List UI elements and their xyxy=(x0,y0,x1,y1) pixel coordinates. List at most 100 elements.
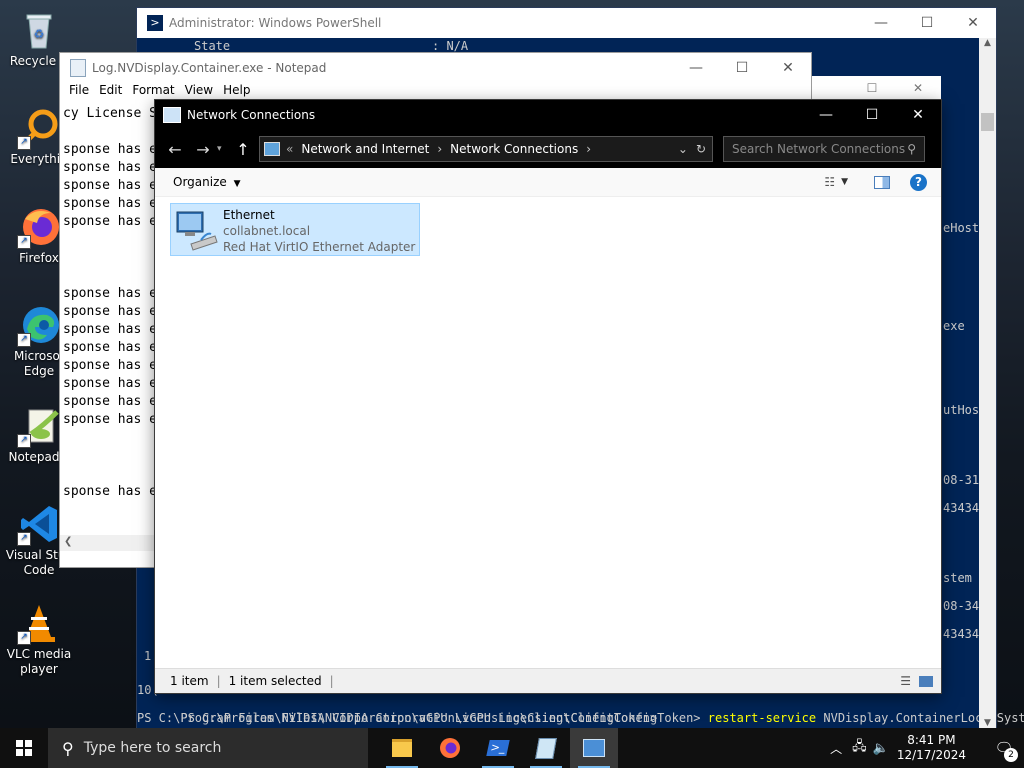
notepad-menubar: File Edit Format View Help xyxy=(60,83,811,101)
vertical-scrollbar[interactable]: ▲ ▼ xyxy=(979,38,996,728)
close-button[interactable]: ✕ xyxy=(765,53,811,83)
breadcrumb-overflow-icon[interactable]: « xyxy=(286,142,293,156)
close-button[interactable]: ✕ xyxy=(895,81,941,95)
desktop-icon-vlc[interactable]: ↗ VLC media player xyxy=(0,601,78,677)
help-icon[interactable]: ? xyxy=(910,173,927,191)
shortcut-arrow-icon: ↗ xyxy=(17,532,31,546)
refresh-icon[interactable]: ↻ xyxy=(696,142,706,156)
vscode-icon: ↗ xyxy=(17,502,61,546)
notepad-text-line: sponse has e xyxy=(63,196,157,211)
taskbar-notepad[interactable] xyxy=(522,728,570,768)
large-icons-view-icon[interactable] xyxy=(919,675,933,687)
explorer-titlebar[interactable]: Network Connections — ☐ ✕ xyxy=(155,100,941,130)
menu-format[interactable]: Format xyxy=(127,83,179,101)
breadcrumb-separator-icon: › xyxy=(437,142,443,156)
notepad-text-line xyxy=(63,123,157,141)
svg-text:♻: ♻ xyxy=(34,27,45,41)
menu-help[interactable]: Help xyxy=(218,83,255,101)
up-arrow-icon[interactable]: ↑ xyxy=(229,140,257,159)
background-window-titlebar[interactable]: ☐ ✕ xyxy=(811,76,941,100)
notepad-text-line: sponse has e xyxy=(63,178,157,193)
scroll-down-icon[interactable]: ▼ xyxy=(979,718,996,728)
close-button[interactable]: ✕ xyxy=(895,100,941,130)
notepad-text-area[interactable]: cy License S sponse has e sponse has e spo… xyxy=(63,105,157,501)
show-hidden-icons-chevron-icon[interactable]: ︿ xyxy=(830,740,842,757)
recent-locations-chevron-icon[interactable]: ▾ xyxy=(217,144,229,154)
notepad-text-line: sponse has e xyxy=(63,286,157,301)
chevron-down-icon: ▼ xyxy=(233,179,241,189)
menu-view[interactable]: View xyxy=(180,83,218,101)
console-fragment: stem xyxy=(943,571,972,585)
window-title: Log.NVDisplay.Container.exe - Notepad xyxy=(92,61,327,75)
maximize-button[interactable]: ☐ xyxy=(719,53,765,83)
clock[interactable]: 8:41 PM 12/17/2024 xyxy=(897,733,966,763)
maximize-button[interactable]: ☐ xyxy=(849,81,895,95)
network-adapter-icon xyxy=(171,204,223,255)
connection-adapter: Red Hat VirtIO Ethernet Adapter xyxy=(223,240,416,254)
scrollbar-thumb[interactable] xyxy=(981,113,994,131)
notepad-titlebar[interactable]: Log.NVDisplay.Container.exe - Notepad — … xyxy=(60,53,811,83)
windows-logo-icon xyxy=(16,740,32,756)
view-options-chevron-icon[interactable]: ▼ xyxy=(841,177,848,187)
connection-name: Ethernet xyxy=(223,208,275,222)
organize-button[interactable]: Organize ▼ xyxy=(173,175,241,189)
scroll-up-icon[interactable]: ▲ xyxy=(979,38,996,48)
powershell-titlebar[interactable]: > Administrator: Windows PowerShell — ☐ … xyxy=(137,8,996,38)
taskbar-firefox[interactable] xyxy=(426,728,474,768)
minimize-button[interactable]: — xyxy=(673,53,719,83)
taskbar-network-connections[interactable] xyxy=(570,728,618,768)
notepad-text-line: sponse has e xyxy=(63,304,157,319)
preview-pane-icon[interactable] xyxy=(874,175,890,189)
powershell-icon: >_ xyxy=(486,740,510,756)
volume-muted-icon[interactable]: 🔈 xyxy=(873,741,889,756)
maximize-button[interactable]: ☐ xyxy=(904,8,950,38)
address-dropdown-icon[interactable]: ⌄ xyxy=(678,142,688,156)
address-bar[interactable]: « Network and Internet › Network Connect… xyxy=(259,136,713,162)
maximize-button[interactable]: ☐ xyxy=(849,100,895,130)
scroll-left-icon[interactable]: ❮ xyxy=(64,536,72,547)
search-icon: ⚲ xyxy=(907,142,916,156)
taskbar-search-input[interactable]: Type here to search xyxy=(84,740,222,756)
start-button[interactable] xyxy=(0,728,48,768)
notepad-icon xyxy=(535,737,557,759)
console-fragment: 43434 xyxy=(943,627,980,641)
taskbar-powershell[interactable]: >_ xyxy=(474,728,522,768)
console-command: restart-service xyxy=(707,711,817,725)
shortcut-arrow-icon: ↗ xyxy=(17,631,31,645)
search-icon: ⚲ xyxy=(62,738,74,758)
taskbar-search-box[interactable]: ⚲ Type here to search xyxy=(48,728,368,768)
breadcrumb-separator-icon: › xyxy=(586,142,592,156)
window-title: Administrator: Windows PowerShell xyxy=(169,16,382,30)
close-button[interactable]: ✕ xyxy=(950,8,996,38)
breadcrumb-network-connections[interactable]: Network Connections xyxy=(450,142,578,156)
console-fragment: 08-31 xyxy=(943,473,980,487)
menu-file[interactable]: File xyxy=(64,83,94,101)
network-status-icon[interactable]: 🖧 xyxy=(852,737,867,759)
notepad-text-line: sponse has e xyxy=(63,394,157,409)
minimize-button[interactable]: — xyxy=(858,8,904,38)
notepad-text-line: sponse has e xyxy=(63,142,157,157)
taskbar-file-explorer[interactable] xyxy=(378,728,426,768)
status-bar: 1 item | 1 item selected | ☰ xyxy=(155,668,941,693)
desktop-icon-label: VLC media xyxy=(6,647,72,661)
minimize-button[interactable]: — xyxy=(803,100,849,130)
shortcut-arrow-icon: ↗ xyxy=(17,434,31,448)
connection-item-ethernet[interactable]: Ethernet collabnet.local Red Hat VirtIO … xyxy=(170,203,420,256)
change-view-icon[interactable]: ☷ xyxy=(824,175,835,189)
notepad-text-line: sponse has e xyxy=(63,322,157,337)
menu-edit[interactable]: Edit xyxy=(94,83,127,101)
forward-arrow-icon[interactable]: → xyxy=(189,140,217,159)
desktop-icon-label: player xyxy=(20,662,58,676)
breadcrumb-network-and-internet[interactable]: Network and Internet xyxy=(301,142,429,156)
notification-count-badge: 2 xyxy=(1004,748,1018,762)
details-view-icon[interactable]: ☰ xyxy=(900,674,911,688)
console-prompt: PS C:\Program Files\NVIDIA Corporation\v… xyxy=(137,711,658,725)
search-box[interactable]: Search Network Connections ⚲ xyxy=(723,136,925,162)
network-connections-window[interactable]: Network Connections — ☐ ✕ ← → ▾ ↑ « Netw… xyxy=(155,100,941,693)
back-arrow-icon[interactable]: ← xyxy=(161,140,189,159)
network-connections-icon xyxy=(583,739,605,757)
selection-count: 1 item selected xyxy=(228,674,322,688)
search-input[interactable]: Search Network Connections xyxy=(724,142,907,156)
notification-center-button[interactable]: 🗨 2 xyxy=(984,728,1024,768)
notepad-text-line: cy License S xyxy=(63,106,157,121)
